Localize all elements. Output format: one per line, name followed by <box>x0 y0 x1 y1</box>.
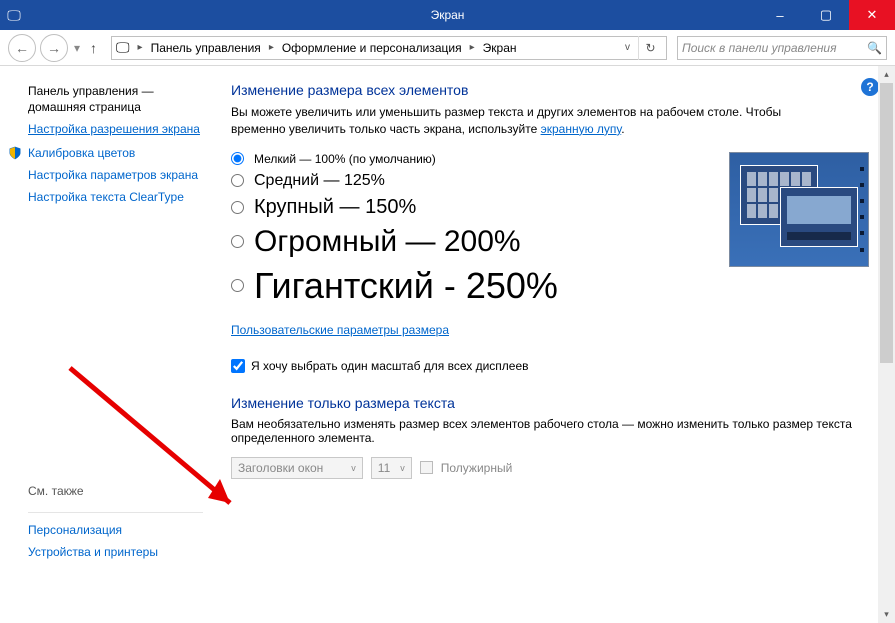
sidebar-link-personalization[interactable]: Персонализация <box>28 523 203 537</box>
magnifier-link[interactable]: экранную лупу <box>541 122 622 136</box>
single-scale-row: Я хочу выбрать один масштаб для всех дис… <box>231 359 869 373</box>
navbar: ← → ▾ ↑ 🖵 ▸ Панель управления ▸ Оформлен… <box>0 30 895 66</box>
search-icon: 🔍 <box>867 41 882 55</box>
sidebar-link-cleartype[interactable]: Настройка текста ClearType <box>28 190 203 204</box>
radio-medium[interactable] <box>231 174 244 187</box>
help-button[interactable]: ? <box>861 78 879 96</box>
sidebar-link-calibration[interactable]: Калибровка цветов <box>28 146 135 160</box>
up-button[interactable]: ↑ <box>86 40 101 56</box>
radio-label: Мелкий — 100% (по умолчанию) <box>254 152 436 166</box>
back-button[interactable]: ← <box>8 34 36 62</box>
radio-small[interactable] <box>231 152 244 165</box>
radio-label: Крупный — 150% <box>254 196 416 219</box>
dropdown-value: Заголовки окон <box>238 461 323 475</box>
breadcrumb-root[interactable]: Панель управления <box>151 41 261 55</box>
close-button[interactable]: ✕ <box>849 0 895 30</box>
breadcrumb-leaf[interactable]: Экран <box>483 41 517 55</box>
address-bar[interactable]: 🖵 ▸ Панель управления ▸ Оформление и пер… <box>111 36 667 60</box>
minimize-button[interactable]: – <box>757 0 803 30</box>
scroll-down-button[interactable]: ▾ <box>878 606 895 623</box>
sidebar-link-resolution[interactable]: Настройка разрешения экрана <box>28 122 203 136</box>
element-dropdown[interactable]: Заголовки окон v <box>231 457 363 479</box>
radio-large[interactable] <box>231 201 244 214</box>
shield-icon <box>8 146 22 160</box>
maximize-button[interactable]: ▢ <box>803 0 849 30</box>
vertical-scrollbar[interactable]: ▴ ▾ <box>878 66 895 623</box>
font-size-dropdown[interactable]: 11 v <box>371 457 412 479</box>
radio-giant[interactable] <box>231 279 244 292</box>
section-title-text-only: Изменение только размера текста <box>231 395 869 411</box>
breadcrumb-mid[interactable]: Оформление и персонализация <box>282 41 462 55</box>
scroll-thumb[interactable] <box>880 83 893 363</box>
chevron-down-icon: v <box>400 463 405 473</box>
radio-label: Средний — 125% <box>254 172 385 190</box>
size-option-giant[interactable]: Гигантский - 250% <box>231 265 869 307</box>
chevron-right-icon: ▸ <box>134 42 147 53</box>
chevron-right-icon: ▸ <box>466 42 479 53</box>
bold-label: Полужирный <box>441 461 513 475</box>
window-title: Экран <box>431 8 465 22</box>
single-scale-checkbox[interactable] <box>231 359 245 373</box>
sidebar-link-display-params[interactable]: Настройка параметров экрана <box>28 168 203 182</box>
location-icon: 🖵 <box>116 39 130 56</box>
content: Панель управления — домашняя страница На… <box>0 66 895 623</box>
dropdown-value: 11 <box>378 461 390 475</box>
single-scale-label: Я хочу выбрать один масштаб для всех дис… <box>251 359 529 373</box>
sidebar-heading: Панель управления — <box>28 84 203 98</box>
desc-text: . <box>621 122 624 136</box>
scroll-up-button[interactable]: ▴ <box>878 66 895 83</box>
sidebar-link-devices[interactable]: Устройства и принтеры <box>28 545 203 559</box>
display-illustration <box>729 152 869 267</box>
bold-checkbox[interactable] <box>420 461 433 474</box>
section-title-resize-all: Изменение размера всех элементов <box>231 82 869 98</box>
radio-label: Огромный — 200% <box>254 225 521 259</box>
sidebar: Панель управления — домашняя страница На… <box>0 66 215 623</box>
custom-size-link[interactable]: Пользовательские параметры размера <box>231 323 449 337</box>
section-desc: Вы можете увеличить или уменьшить размер… <box>231 104 791 138</box>
chevron-down-icon: v <box>351 463 356 473</box>
desc-text: Вы можете увеличить или уменьшить размер… <box>231 105 781 136</box>
radio-label: Гигантский - 250% <box>254 265 558 307</box>
section2-desc: Вам необязательно изменять размер всех э… <box>231 417 869 445</box>
search-input[interactable]: Поиск в панели управления 🔍 <box>677 36 887 60</box>
radio-huge[interactable] <box>231 235 244 248</box>
main-panel: ? Изменение размера всех элементов Вы мо… <box>215 66 895 623</box>
sidebar-see-also: См. также <box>28 484 203 498</box>
search-placeholder: Поиск в панели управления <box>682 41 867 55</box>
sidebar-heading: домашняя страница <box>28 100 203 114</box>
window-controls: – ▢ ✕ <box>757 0 895 30</box>
refresh-button[interactable]: ↻ <box>638 36 662 60</box>
titlebar: 🖵 Экран – ▢ ✕ <box>0 0 895 30</box>
address-dropdown-icon[interactable]: v <box>621 42 634 53</box>
history-dropdown-icon[interactable]: ▾ <box>74 41 80 55</box>
forward-button[interactable]: → <box>40 34 68 62</box>
text-controls: Заголовки окон v 11 v Полужирный <box>231 457 869 479</box>
app-icon: 🖵 <box>0 7 28 24</box>
chevron-right-icon: ▸ <box>265 42 278 53</box>
